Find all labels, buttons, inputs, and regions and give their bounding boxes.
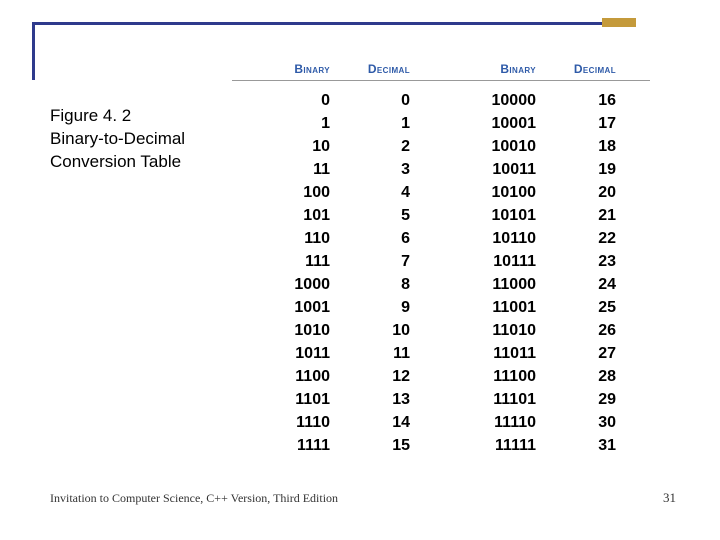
cell-decimal: 1 — [344, 112, 440, 135]
table-row: 1010101101026 — [232, 319, 650, 342]
table-body: 0010000161110001171021001018113100111910… — [232, 89, 650, 457]
cell-binary: 10011 — [440, 158, 550, 181]
th-decimal-1: Decimal — [344, 62, 440, 76]
cell-binary: 10000 — [440, 89, 550, 112]
th-decimal-2: Decimal — [550, 62, 646, 76]
cell-decimal: 10 — [344, 319, 440, 342]
cell-binary: 11111 — [440, 434, 550, 457]
table-row: 111000117 — [232, 112, 650, 135]
cell-decimal: 28 — [550, 365, 646, 388]
frame-top-rule — [32, 22, 634, 25]
table-row: 11061011022 — [232, 227, 650, 250]
page-number: 31 — [663, 490, 676, 506]
figure-caption-line3: Conversion Table — [50, 151, 210, 174]
cell-binary: 10100 — [440, 181, 550, 204]
cell-decimal: 24 — [550, 273, 646, 296]
table-row: 1011111101127 — [232, 342, 650, 365]
th-binary-1: Binary — [232, 62, 344, 76]
figure-caption: Figure 4. 2 Binary-to-Decimal Conversion… — [50, 105, 210, 174]
cell-decimal: 31 — [550, 434, 646, 457]
cell-decimal: 0 — [344, 89, 440, 112]
cell-decimal: 12 — [344, 365, 440, 388]
cell-binary: 1101 — [232, 388, 344, 411]
figure-caption-line1: Figure 4. 2 — [50, 105, 210, 128]
cell-decimal: 6 — [344, 227, 440, 250]
cell-decimal: 14 — [344, 411, 440, 434]
cell-binary: 10111 — [440, 250, 550, 273]
cell-decimal: 3 — [344, 158, 440, 181]
footer-text: Invitation to Computer Science, C++ Vers… — [50, 491, 338, 506]
table-row: 100191100125 — [232, 296, 650, 319]
cell-decimal: 26 — [550, 319, 646, 342]
cell-binary: 1110 — [232, 411, 344, 434]
cell-decimal: 19 — [550, 158, 646, 181]
table-header-row: Binary Decimal Binary Decimal — [232, 62, 650, 81]
cell-binary: 10110 — [440, 227, 550, 250]
table-row: 10151010121 — [232, 204, 650, 227]
table-row: 1111151111131 — [232, 434, 650, 457]
cell-binary: 1 — [232, 112, 344, 135]
table-row: 1021001018 — [232, 135, 650, 158]
table-row: 001000016 — [232, 89, 650, 112]
table-row: 100081100024 — [232, 273, 650, 296]
cell-decimal: 18 — [550, 135, 646, 158]
cell-decimal: 7 — [344, 250, 440, 273]
cell-binary: 10010 — [440, 135, 550, 158]
cell-decimal: 2 — [344, 135, 440, 158]
cell-binary: 11001 — [440, 296, 550, 319]
table-row: 1101131110129 — [232, 388, 650, 411]
cell-binary: 1100 — [232, 365, 344, 388]
cell-decimal: 17 — [550, 112, 646, 135]
cell-binary: 10 — [232, 135, 344, 158]
cell-binary: 100 — [232, 181, 344, 204]
cell-decimal: 29 — [550, 388, 646, 411]
cell-binary: 111 — [232, 250, 344, 273]
cell-decimal: 11 — [344, 342, 440, 365]
slide: Figure 4. 2 Binary-to-Decimal Conversion… — [0, 0, 720, 540]
cell-binary: 101 — [232, 204, 344, 227]
cell-binary: 11101 — [440, 388, 550, 411]
cell-binary: 11010 — [440, 319, 550, 342]
cell-binary: 1011 — [232, 342, 344, 365]
cell-binary: 11110 — [440, 411, 550, 434]
cell-decimal: 22 — [550, 227, 646, 250]
cell-decimal: 4 — [344, 181, 440, 204]
cell-decimal: 16 — [550, 89, 646, 112]
cell-decimal: 8 — [344, 273, 440, 296]
table-row: 10041010020 — [232, 181, 650, 204]
cell-decimal: 20 — [550, 181, 646, 204]
table-row: 1110141111030 — [232, 411, 650, 434]
table-row: 1100121110028 — [232, 365, 650, 388]
cell-binary: 1001 — [232, 296, 344, 319]
cell-binary: 10101 — [440, 204, 550, 227]
cell-decimal: 9 — [344, 296, 440, 319]
conversion-table: Binary Decimal Binary Decimal 0010000161… — [232, 62, 650, 457]
cell-decimal: 27 — [550, 342, 646, 365]
cell-decimal: 25 — [550, 296, 646, 319]
cell-decimal: 13 — [344, 388, 440, 411]
th-binary-2: Binary — [440, 62, 550, 76]
cell-decimal: 5 — [344, 204, 440, 227]
cell-decimal: 21 — [550, 204, 646, 227]
cell-decimal: 23 — [550, 250, 646, 273]
cell-binary: 11 — [232, 158, 344, 181]
frame-left-rule — [32, 22, 35, 80]
table-row: 1131001119 — [232, 158, 650, 181]
cell-binary: 0 — [232, 89, 344, 112]
table-row: 11171011123 — [232, 250, 650, 273]
cell-binary: 11000 — [440, 273, 550, 296]
cell-binary: 11011 — [440, 342, 550, 365]
cell-binary: 1111 — [232, 434, 344, 457]
cell-decimal: 15 — [344, 434, 440, 457]
cell-binary: 1010 — [232, 319, 344, 342]
cell-binary: 1000 — [232, 273, 344, 296]
frame-accent-bar — [602, 18, 636, 27]
cell-decimal: 30 — [550, 411, 646, 434]
figure-caption-line2: Binary-to-Decimal — [50, 128, 210, 151]
cell-binary: 110 — [232, 227, 344, 250]
cell-binary: 10001 — [440, 112, 550, 135]
cell-binary: 11100 — [440, 365, 550, 388]
